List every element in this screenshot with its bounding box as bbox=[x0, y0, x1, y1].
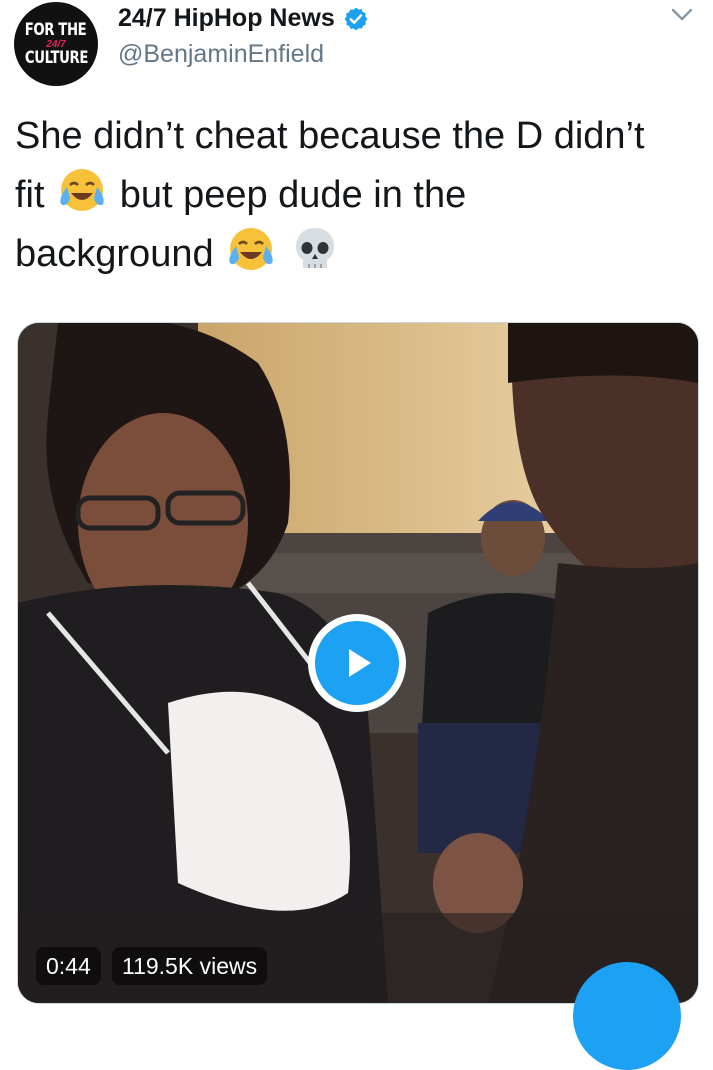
tweet-line-2: fit but peep dude in the bbox=[15, 165, 705, 224]
tweet-line-3-text: background bbox=[15, 233, 214, 275]
display-name[interactable]: 24/7 HipHop News bbox=[118, 4, 335, 33]
tweet-line-2-start: fit bbox=[15, 174, 45, 216]
verified-badge-icon bbox=[344, 7, 368, 30]
author-row: 24/7 HipHop News bbox=[118, 4, 369, 33]
user-handle[interactable]: @BenjaminEnfield bbox=[118, 40, 324, 69]
tweet-line-3: background bbox=[15, 224, 705, 283]
tweet-line-1: She didn’t cheat because the D didn’t bbox=[15, 115, 645, 157]
face-with-tears-of-joy-icon bbox=[60, 169, 104, 211]
video-player[interactable]: 0:44 119.5K views bbox=[17, 322, 699, 1004]
video-duration-badge: 0:44 bbox=[36, 947, 101, 985]
compose-tweet-button[interactable] bbox=[573, 962, 681, 1070]
chevron-down-icon[interactable] bbox=[670, 6, 694, 24]
avatar[interactable]: FOR THE 24/7 CULTURE bbox=[14, 2, 98, 86]
play-icon bbox=[315, 621, 399, 705]
avatar-text-top: FOR THE bbox=[25, 19, 87, 40]
avatar-text-bottom: CULTURE bbox=[24, 47, 88, 68]
skull-icon bbox=[295, 228, 334, 268]
play-button[interactable] bbox=[308, 614, 406, 712]
tweet-line-2-end: but peep dude in the bbox=[119, 174, 467, 216]
view-count-badge: 119.5K views bbox=[112, 947, 268, 985]
face-with-tears-of-joy-icon bbox=[229, 228, 273, 270]
tweet-text: She didn’t cheat because the D didn’t fi… bbox=[15, 108, 705, 283]
